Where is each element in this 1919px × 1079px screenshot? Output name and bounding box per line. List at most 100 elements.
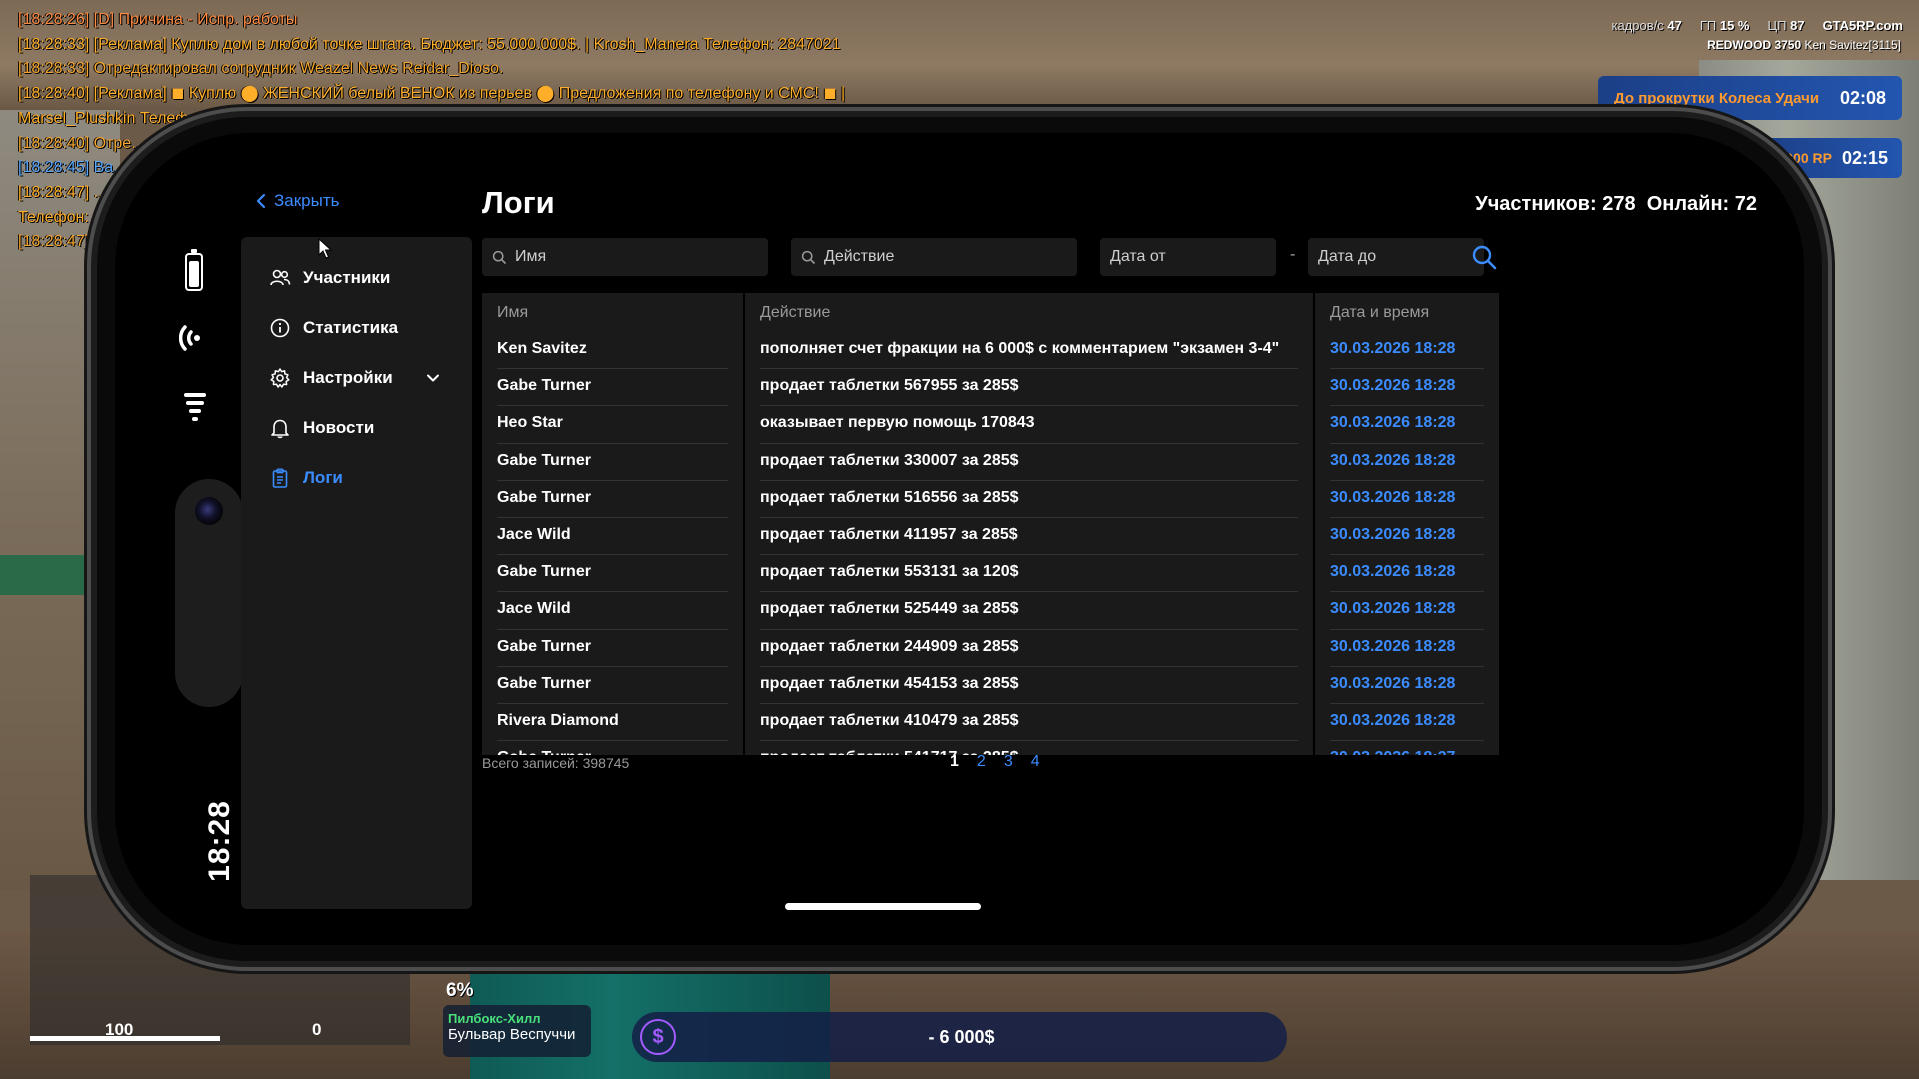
- clipboard-icon: [272, 468, 288, 488]
- row-divider: [760, 479, 1298, 481]
- table-row[interactable]: Gabe Turner продает таблетки 454153 за 28…: [482, 665, 1499, 703]
- table-row[interactable]: Gabe Turner продает таблетки 553131 за 12…: [482, 554, 1499, 591]
- table-row[interactable]: Jace Wild продает таблетки 411957 за 285$…: [482, 517, 1499, 554]
- cell-date: 30.03.2026 18:28: [1330, 563, 1456, 581]
- page-1[interactable]: 1: [950, 753, 959, 771]
- phone-screen: 18:28 Закрыть Участники Статистика Настр…: [115, 133, 1804, 945]
- money-notification: $ - 6 000$: [632, 1012, 1287, 1062]
- armor-value: 0: [312, 1020, 322, 1039]
- cell-name: Gabe Turner: [497, 488, 591, 506]
- close-button[interactable]: Закрыть: [255, 191, 339, 211]
- cell-date: 30.03.2026 18:28: [1330, 414, 1456, 432]
- row-divider: [760, 628, 1298, 630]
- info-icon: [270, 318, 290, 338]
- cell-action: продает таблетки 244909 за 285$: [760, 637, 1019, 655]
- rp-label: 000 RP: [1785, 150, 1832, 166]
- cell-name: Gabe Turner: [497, 674, 591, 692]
- cell-action: оказывает первую помощь 170843: [760, 414, 1035, 432]
- sidebar-item-logs[interactable]: Логи: [241, 453, 472, 503]
- row-divider: [497, 740, 728, 742]
- row-divider: [497, 591, 728, 593]
- row-divider: [497, 554, 728, 556]
- row-divider: [1330, 591, 1484, 593]
- row-divider: [760, 405, 1298, 407]
- gear-icon: [270, 368, 290, 388]
- cell-date: 30.03.2026 18:28: [1330, 712, 1456, 729]
- cell-name: Jace Wild: [497, 526, 571, 543]
- name-filter-input[interactable]: Имя: [482, 238, 768, 276]
- table-row[interactable]: Jace Wild продает таблетки 525449 за 285$…: [482, 591, 1499, 628]
- wifi-icon: [179, 325, 200, 351]
- home-indicator[interactable]: [785, 903, 981, 910]
- sidebar-item-news[interactable]: Новости: [241, 403, 472, 453]
- search-button[interactable]: [1469, 242, 1499, 272]
- table-row[interactable]: Heo Star оказывает первую помощь 170843 30…: [482, 405, 1499, 442]
- date-to-placeholder: Дата до: [1318, 248, 1377, 265]
- row-divider: [497, 665, 728, 667]
- row-divider: [760, 591, 1298, 593]
- table-header: Имя Действие Дата и время: [482, 293, 1499, 331]
- sidebar-item-members[interactable]: Участники: [241, 253, 472, 303]
- row-divider: [497, 703, 728, 704]
- health-bar: [30, 1036, 220, 1041]
- dollar-icon: $: [640, 1019, 676, 1055]
- logs-table: Имя Действие Дата и время Ken Savitez поп…: [482, 293, 1499, 755]
- table-row[interactable]: Gabe Turner продает таблетки 567955 за 28…: [482, 368, 1499, 405]
- date-from-input[interactable]: Дата от: [1100, 238, 1276, 276]
- bell-icon: [271, 419, 289, 439]
- table-row[interactable]: Ken Savitez пополняет счет фракции на 6 0…: [482, 331, 1499, 368]
- member-counters: Участников: 278 Онлайн: 72: [1475, 193, 1757, 216]
- location-panel: Пилбокс-Хилл Бульвар Веспуччи: [443, 1005, 591, 1057]
- cell-action: продает таблетки 454153 за 285$: [760, 674, 1019, 692]
- street-name: Бульвар Веспуччи: [448, 1026, 576, 1043]
- cell-action: пополняет счет фракции на 6 000$ с комме…: [760, 340, 1280, 357]
- status-clock: 18:28: [203, 800, 236, 882]
- cell-name: Rivera Diamond: [497, 712, 619, 729]
- row-divider: [1330, 517, 1484, 518]
- cell-date: 30.03.2026 18:28: [1330, 340, 1456, 357]
- row-divider: [1330, 405, 1484, 407]
- rp-time: 02:15: [1841, 147, 1888, 168]
- server-info: REDWOOD 3750 Ken Savitez[3115]: [1707, 38, 1901, 52]
- table-row[interactable]: Gabe Turner продает таблетки 516556 за 28…: [482, 479, 1499, 517]
- row-divider: [760, 442, 1298, 444]
- sidebar-item-statistics[interactable]: Статистика: [241, 303, 472, 353]
- cell-name: Gabe Turner: [497, 451, 591, 469]
- table-row[interactable]: Gabe Turner продает таблетки 244909 за 28…: [482, 628, 1499, 666]
- page-3[interactable]: 3: [1004, 753, 1013, 771]
- members-count: Участников: 278: [1475, 193, 1636, 215]
- page-4[interactable]: 4: [1031, 753, 1040, 771]
- action-filter-input[interactable]: Действие: [791, 238, 1077, 276]
- sidebar-item-label: Настройки: [303, 368, 393, 387]
- chevron-down-icon: [427, 374, 439, 382]
- cell-date: 30.03.2026 18:27: [1330, 749, 1455, 755]
- row-divider: [1330, 442, 1484, 444]
- row-divider: [1330, 628, 1484, 630]
- search-icon: [801, 250, 816, 264]
- row-divider: [1330, 554, 1484, 556]
- row-divider: [497, 368, 728, 370]
- row-divider: [1330, 665, 1484, 667]
- users-icon: [270, 269, 291, 286]
- gpu-stat: ГП 15 %: [1699, 18, 1750, 33]
- table-row[interactable]: Rivera Diamond продает таблетки 410479 за…: [482, 703, 1499, 740]
- cell-action: продает таблетки 410479 за 285$: [760, 712, 1019, 729]
- cell-action: продает таблетки 516556 за 285$: [760, 488, 1019, 506]
- lucky-wheel-timer: До прокрутки Колеса Удачи 02:08: [1598, 76, 1902, 120]
- table-row[interactable]: Gabe Turner продает таблетки 330007 за 28…: [482, 442, 1499, 480]
- search-icon: [492, 250, 507, 264]
- page-2[interactable]: 2: [977, 753, 986, 771]
- row-divider: [497, 405, 728, 407]
- sidebar-item-label: Статистика: [303, 318, 399, 337]
- sidebar-item-label: Логи: [303, 468, 343, 487]
- sidebar-item-settings[interactable]: Настройки: [241, 353, 472, 403]
- row-divider: [760, 665, 1298, 667]
- cell-date: 30.03.2026 18:28: [1330, 637, 1456, 655]
- date-to-input[interactable]: Дата до: [1308, 238, 1484, 276]
- online-count: Онлайн: 72: [1646, 193, 1757, 215]
- fps-stat: кадров/с 47: [1611, 18, 1682, 33]
- sidebar: Участники Статистика Настройки Новости Л…: [241, 237, 472, 909]
- cell-date: 30.03.2026 18:28: [1330, 526, 1456, 543]
- sidebar-item-label: Участники: [303, 268, 391, 287]
- close-label: Закрыть: [274, 191, 340, 210]
